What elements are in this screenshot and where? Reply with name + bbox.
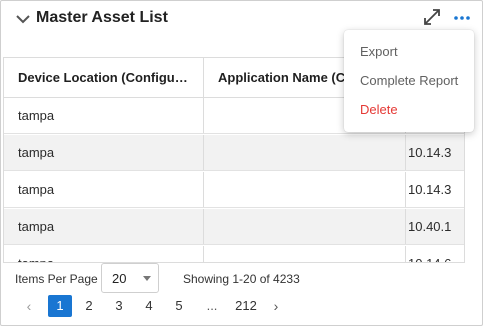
widget-actions-menu: Export Complete Report Delete xyxy=(344,30,474,132)
showing-range-text: Showing 1-20 of 4233 xyxy=(183,272,300,286)
cell-device-location: tampa xyxy=(18,108,55,123)
table-row[interactable]: tampa 10.14.3 xyxy=(4,172,464,208)
menu-item-delete[interactable]: Delete xyxy=(344,96,474,124)
more-horizontal-icon[interactable] xyxy=(453,15,471,21)
cell-device-location: tampa xyxy=(18,145,55,160)
menu-item-export[interactable]: Export xyxy=(344,38,474,66)
cell-device-location: tampa xyxy=(18,182,55,197)
page-size-value: 20 xyxy=(112,271,127,286)
page-button-3[interactable]: 3 xyxy=(108,295,130,317)
caret-down-icon xyxy=(143,276,151,281)
column-header-device-location[interactable]: Device Location (Configura... xyxy=(4,58,203,97)
cell-device-location: tampa xyxy=(18,219,55,234)
cell-application-name xyxy=(203,209,405,244)
cell-application-name xyxy=(203,246,405,262)
footer-divider xyxy=(3,262,465,263)
page-size-select[interactable]: 20 xyxy=(101,263,159,293)
master-asset-list-widget: Master Asset List Device Location (Confi… xyxy=(0,0,483,326)
prev-page-button[interactable]: ‹ xyxy=(21,295,37,317)
menu-item-complete-report[interactable]: Complete Report xyxy=(344,67,474,95)
cell-application-name xyxy=(203,172,405,207)
widget-title: Master Asset List xyxy=(36,9,168,26)
page-button-2[interactable]: 2 xyxy=(78,295,100,317)
cell-device-location: tampa xyxy=(4,246,203,262)
page-button-5[interactable]: 5 xyxy=(168,295,190,317)
expand-arrows-icon[interactable] xyxy=(422,7,442,27)
cell-application-name xyxy=(203,135,405,170)
chevron-down-icon[interactable] xyxy=(15,11,31,27)
table-row[interactable]: tampa 10.14.3 xyxy=(4,135,464,171)
cell-ip: 10.40.1 xyxy=(405,209,464,244)
cell-ip: 10.14.3 xyxy=(405,135,464,170)
page-button-last[interactable]: 212 xyxy=(230,295,262,317)
table-row[interactable]: tampa 10.14.6 xyxy=(4,246,464,262)
page-button-1[interactable]: 1 xyxy=(48,295,72,317)
cell-ip: 10.14.3 xyxy=(405,172,464,207)
items-per-page-label: Items Per Page xyxy=(15,272,98,286)
next-page-button[interactable]: › xyxy=(268,295,284,317)
page-button-4[interactable]: 4 xyxy=(138,295,160,317)
table-row[interactable]: tampa 10.40.1 xyxy=(4,209,464,245)
cell-ip: 10.14.6 xyxy=(405,246,464,262)
pagination-ellipsis: ... xyxy=(206,298,218,313)
